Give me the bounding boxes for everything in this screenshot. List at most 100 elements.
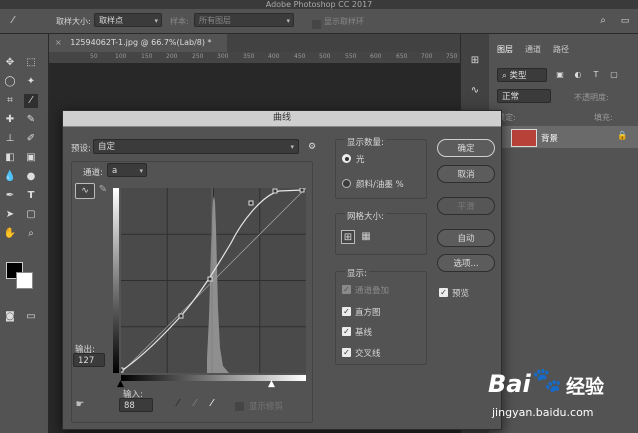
preview-label: 预览 — [452, 289, 470, 299]
paw-icon: 🐾 — [532, 366, 562, 394]
curve-point[interactable] — [272, 188, 278, 194]
draw-pencil-icon[interactable]: ✎ — [96, 183, 110, 197]
tab-paths[interactable]: 路径 — [553, 44, 569, 55]
eyedropper-tool-icon[interactable]: ⁄ — [24, 94, 38, 108]
clone-stamp-tool-icon[interactable]: ⊥ — [3, 132, 17, 146]
on-image-adjust-icon[interactable]: ☛ — [73, 398, 87, 412]
lock-icon: 🔒 — [617, 131, 628, 141]
curve-point[interactable] — [178, 313, 184, 319]
blend-mode-select[interactable]: 正常 — [497, 89, 551, 103]
preset-select[interactable]: 自定 ▾ — [93, 139, 299, 154]
shape-tool-icon[interactable]: ▢ — [24, 208, 38, 222]
watermark-brand: Bai — [488, 370, 531, 398]
pigment-radio[interactable] — [342, 179, 351, 188]
curves-adjustment-icon[interactable]: ∿ — [468, 84, 482, 98]
preset-options-gear-icon[interactable]: ⚙ — [305, 140, 319, 154]
options-bar: ⁄ 取样大小: 取样点 ▾ 样本: 所有图层 ▾ 显示取样环 ⌕ ▭ — [0, 9, 638, 34]
smooth-button[interactable]: 平滑 — [437, 197, 495, 215]
channel-overlays-checkbox[interactable]: ✓ — [342, 285, 351, 294]
show-ring-checkbox[interactable] — [312, 20, 321, 29]
crop-tool-icon[interactable]: ⌗ — [3, 94, 17, 108]
show-amount-group — [335, 139, 427, 199]
gray-eyedropper-icon[interactable]: ⁄ — [188, 397, 202, 411]
layer-row-background[interactable]: 背景 🔒 — [489, 126, 638, 148]
marquee-tool-icon[interactable]: ⬚ — [24, 56, 38, 70]
preset-value: 自定 — [98, 142, 116, 152]
tab-layers[interactable]: 图层 — [497, 44, 513, 55]
ruler-tick-label: 700 — [421, 53, 433, 60]
properties-panel-icon[interactable]: ⊞ — [468, 54, 482, 68]
brush-tool-icon[interactable]: ✎ — [24, 113, 38, 127]
auto-button[interactable]: 自动 — [437, 229, 495, 247]
curve-point[interactable] — [207, 276, 213, 282]
white-eyedropper-icon[interactable]: ⁄ — [205, 397, 219, 411]
cancel-button[interactable]: 取消 — [437, 165, 495, 183]
document-tab[interactable]: × 12594062T-1.jpg @ 66.7%(Lab/8) * — [49, 34, 227, 52]
tab-channels[interactable]: 通道 — [525, 44, 541, 55]
detailed-grid-icon[interactable]: ▦ — [359, 230, 373, 244]
curve-graph[interactable] — [118, 187, 307, 374]
curve-point[interactable] — [299, 187, 305, 193]
show-title: 显示: — [345, 267, 369, 279]
screen-mode-icon[interactable]: ▭ — [24, 310, 38, 324]
simple-grid-icon[interactable]: ⊞ — [341, 230, 355, 244]
dodge-tool-icon[interactable]: ● — [24, 170, 38, 184]
eyedropper-tool-icon[interactable]: ⁄ — [6, 14, 20, 28]
light-radio[interactable] — [342, 154, 351, 163]
app-title: Adobe Photoshop CC 2017 — [265, 0, 373, 9]
blur-tool-icon[interactable]: 💧 — [3, 170, 17, 184]
quick-mask-icon[interactable]: ◙ — [3, 310, 17, 324]
white-point-slider-icon[interactable]: ▲ — [268, 379, 275, 389]
filter-shape-icon[interactable]: ▢ — [607, 68, 621, 82]
workspace-icon[interactable]: ▭ — [618, 14, 632, 28]
edit-points-curve-icon[interactable]: ∿ — [75, 183, 95, 199]
lasso-tool-icon[interactable]: ◯ — [3, 75, 17, 89]
layer-filter-select[interactable]: ⌕ 类型 — [497, 68, 547, 82]
filter-pixel-icon[interactable]: ▣ — [553, 68, 567, 82]
pigment-radio-label: 颜料/油墨 % — [356, 180, 404, 190]
channel-overlays-label: 通道叠加 — [355, 286, 390, 296]
ruler-tick-label: 450 — [294, 53, 306, 60]
baseline-label: 基线 — [355, 328, 373, 338]
channel-select[interactable]: a ▾ — [107, 163, 147, 177]
move-tool-icon[interactable]: ✥ — [3, 56, 17, 70]
history-brush-tool-icon[interactable]: ✐ — [24, 132, 38, 146]
hand-tool-icon[interactable]: ✋ — [3, 227, 17, 241]
options-button[interactable]: 选项... — [437, 254, 495, 272]
pen-tool-icon[interactable]: ✒ — [3, 189, 17, 203]
filter-type-icon[interactable]: T — [589, 68, 603, 82]
zoom-tool-icon[interactable]: ⌕ — [24, 227, 38, 241]
path-selection-tool-icon[interactable]: ➤ — [3, 208, 17, 222]
close-icon[interactable]: × — [55, 38, 62, 47]
layer-filter-value: 类型 — [509, 71, 527, 81]
healing-brush-tool-icon[interactable]: ✚ — [3, 113, 17, 127]
ruler-ticks: 50 100 150 200 250 300 350 400 450 500 5… — [49, 52, 460, 63]
histogram-checkbox[interactable]: ✓ — [342, 307, 351, 316]
curve-point[interactable] — [248, 200, 254, 206]
ruler-tick-label: 50 — [90, 53, 98, 60]
preview-checkbox[interactable]: ✓ — [439, 288, 448, 297]
baseline-checkbox[interactable]: ✓ — [342, 327, 351, 336]
fill-label: 填充: — [594, 113, 613, 122]
filter-adjustment-icon[interactable]: ◐ — [571, 68, 585, 82]
gradient-tool-icon[interactable]: ▣ — [24, 151, 38, 165]
layer-thumbnail — [511, 129, 537, 147]
ok-button[interactable]: 确定 — [437, 139, 495, 157]
magic-wand-tool-icon[interactable]: ✦ — [24, 75, 38, 89]
dialog-title: 曲线 — [272, 113, 291, 123]
output-field[interactable]: 127 — [73, 353, 105, 367]
eraser-tool-icon[interactable]: ◧ — [3, 151, 17, 165]
show-clipping-checkbox[interactable] — [235, 402, 244, 411]
black-eyedropper-icon[interactable]: ⁄ — [171, 397, 185, 411]
search-icon[interactable]: ⌕ — [596, 14, 610, 28]
sample-size-label: 取样大小: — [56, 17, 91, 26]
input-field[interactable]: 88 — [119, 398, 153, 412]
sample-select[interactable]: 所有图层 ▾ — [194, 13, 294, 27]
show-clipping-label: 显示修剪 — [249, 402, 284, 412]
ruler-tick-label: 200 — [166, 53, 178, 60]
background-color-swatch[interactable] — [16, 272, 33, 289]
curve-point[interactable] — [118, 367, 124, 373]
sample-size-select[interactable]: 取样点 ▾ — [94, 13, 162, 27]
type-tool-icon[interactable]: T — [24, 189, 38, 203]
intersection-line-checkbox[interactable]: ✓ — [342, 348, 351, 357]
